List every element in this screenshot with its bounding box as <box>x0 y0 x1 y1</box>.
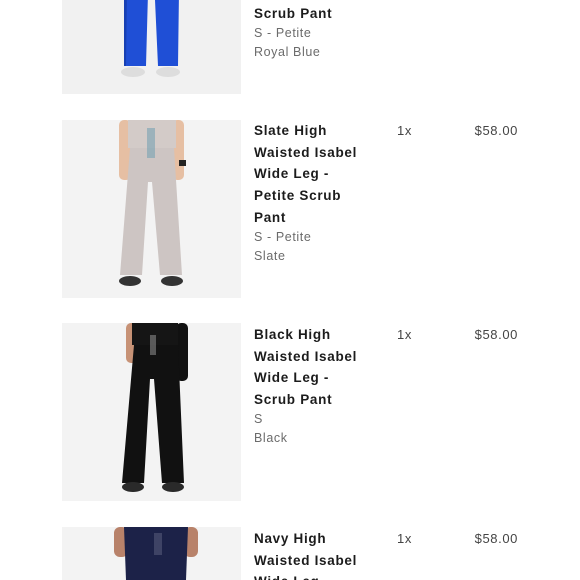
item-name[interactable]: Slate High Waisted Isabel Wide Leg - Pet… <box>254 120 384 229</box>
product-image[interactable] <box>62 527 241 580</box>
product-image[interactable] <box>62 0 241 94</box>
item-name[interactable]: Scrub Pant <box>254 3 384 25</box>
item-meta: S - Petite Royal Blue <box>254 24 384 61</box>
item-size: S <box>254 412 263 426</box>
item-color: Slate <box>254 248 286 263</box>
product-image-black <box>62 323 241 501</box>
item-color: Royal Blue <box>254 44 321 59</box>
product-image[interactable] <box>62 120 241 298</box>
product-image-slate <box>62 120 241 298</box>
product-image-navy <box>62 527 241 580</box>
item-size: S - Petite <box>254 230 312 244</box>
item-color: Black <box>254 430 288 445</box>
item-quantity: 1x <box>397 327 412 342</box>
item-meta: S - Petite Slate <box>254 228 384 265</box>
product-image[interactable] <box>62 323 241 501</box>
item-quantity: 1x <box>397 531 412 546</box>
item-quantity: 1x <box>397 123 412 138</box>
item-price: $58.00 <box>474 123 518 138</box>
item-price: $58.00 <box>474 327 518 342</box>
product-image-royal-blue <box>62 0 241 94</box>
item-name[interactable]: Navy High Waisted Isabel Wide Leg - <box>254 528 384 580</box>
item-meta: S Black <box>254 410 384 447</box>
item-name[interactable]: Black High Waisted Isabel Wide Leg - Scr… <box>254 324 384 411</box>
item-price: $58.00 <box>474 531 518 546</box>
item-size: S - Petite <box>254 26 312 40</box>
